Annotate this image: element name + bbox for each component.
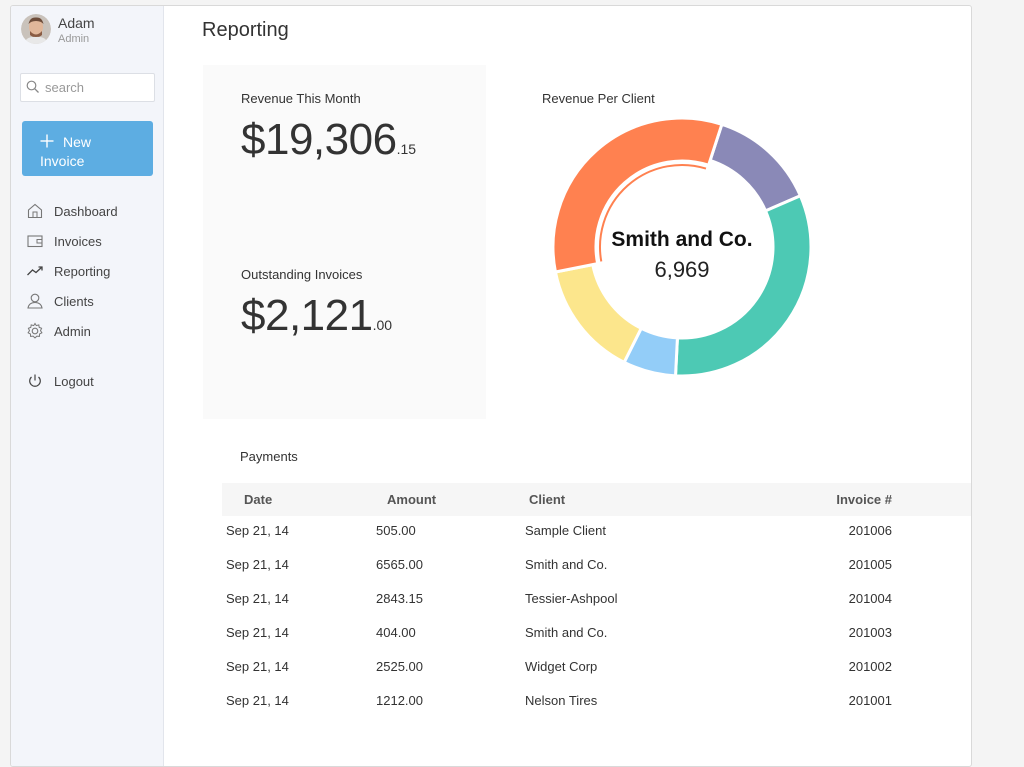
cell-client: Sample Client bbox=[525, 523, 606, 538]
cell-client: Tessier-Ashpool bbox=[525, 591, 618, 606]
app-window: Adam Admin New Invoice bbox=[10, 5, 972, 767]
logout-button[interactable]: Logout bbox=[11, 369, 163, 399]
sidebar-item-clients[interactable]: Clients bbox=[11, 289, 163, 319]
cell-date: Sep 21, 14 bbox=[226, 591, 289, 606]
cell-invoice: 201004 bbox=[848, 591, 892, 606]
search-input[interactable] bbox=[45, 77, 149, 97]
outstanding-value: $2,121.00 bbox=[241, 291, 392, 341]
donut-slice[interactable] bbox=[553, 262, 644, 365]
cell-client: Widget Corp bbox=[525, 659, 598, 674]
search-box bbox=[20, 73, 155, 102]
sidebar-item-reporting[interactable]: Reporting bbox=[11, 259, 163, 289]
cell-date: Sep 21, 14 bbox=[226, 625, 289, 640]
cell-invoice: 201002 bbox=[848, 659, 892, 674]
table-row[interactable]: Sep 21, 14 6565.00 Smith and Co. 201005 bbox=[222, 550, 971, 584]
sidebar-item-dashboard[interactable]: Dashboard bbox=[11, 199, 163, 229]
sidebar-item-label: Admin bbox=[54, 324, 91, 339]
table-header: Date Amount Client Invoice # bbox=[222, 483, 971, 516]
revenue-cents: .15 bbox=[396, 141, 417, 157]
table-row[interactable]: Sep 21, 14 2843.15 Tessier-Ashpool 20100… bbox=[222, 584, 971, 618]
sidebar: Adam Admin New Invoice bbox=[11, 6, 164, 766]
cell-client: Smith and Co. bbox=[525, 557, 608, 572]
column-header-client[interactable]: Client bbox=[529, 492, 565, 507]
sidebar-item-admin[interactable]: Admin bbox=[11, 319, 163, 349]
sidebar-item-label: Dashboard bbox=[54, 204, 118, 219]
cell-amount: 6565.00 bbox=[376, 557, 423, 572]
sidebar-item-invoices[interactable]: Invoices bbox=[11, 229, 163, 259]
revenue-label: Revenue This Month bbox=[241, 91, 361, 106]
table-row[interactable]: Sep 21, 14 404.00 Smith and Co. 201003 bbox=[222, 618, 971, 652]
user-icon bbox=[26, 292, 44, 310]
revenue-donut-chart[interactable]: Smith and Co. 6,969 bbox=[547, 112, 817, 382]
user-name: Adam bbox=[58, 15, 95, 31]
wallet-icon bbox=[26, 232, 44, 250]
table-row[interactable]: Sep 21, 14 1212.00 Nelson Tires 201001 bbox=[222, 686, 971, 720]
new-invoice-label-line1: New bbox=[63, 134, 92, 150]
cell-client: Nelson Tires bbox=[525, 693, 598, 708]
cell-amount: 1212.00 bbox=[376, 693, 423, 708]
revenue-whole: $19,306 bbox=[241, 115, 397, 164]
trend-icon bbox=[26, 262, 44, 280]
sidebar-item-label: Invoices bbox=[54, 234, 102, 249]
donut-slice[interactable] bbox=[708, 122, 803, 213]
cell-amount: 505.00 bbox=[376, 523, 416, 538]
table-row[interactable]: Sep 21, 14 2525.00 Widget Corp 201002 bbox=[222, 652, 971, 686]
logout-label: Logout bbox=[54, 374, 94, 389]
cell-amount: 2843.15 bbox=[376, 591, 423, 606]
outstanding-cents: .00 bbox=[372, 317, 393, 333]
table-row[interactable]: Sep 21, 14 505.00 Sample Client 201006 bbox=[222, 516, 971, 550]
cell-invoice: 201005 bbox=[848, 557, 892, 572]
outstanding-whole: $2,121 bbox=[241, 291, 373, 340]
column-header-date[interactable]: Date bbox=[244, 492, 272, 507]
chart-title: Revenue Per Client bbox=[542, 91, 655, 106]
cell-date: Sep 21, 14 bbox=[226, 523, 289, 538]
new-invoice-button[interactable]: New Invoice bbox=[22, 121, 153, 176]
payments-table: Date Amount Client Invoice # Sep 21, 14 … bbox=[222, 483, 971, 720]
cell-amount: 2525.00 bbox=[376, 659, 423, 674]
sidebar-item-label: Reporting bbox=[54, 264, 111, 279]
revenue-value: $19,306.15 bbox=[241, 115, 416, 165]
plus-icon bbox=[40, 133, 54, 151]
sidebar-nav: Dashboard Invoices Reporting Clients Adm… bbox=[11, 199, 163, 349]
payments-title: Payments bbox=[240, 449, 298, 464]
home-icon bbox=[26, 202, 44, 220]
cell-invoice: 201001 bbox=[848, 693, 892, 708]
user-role: Admin bbox=[58, 33, 90, 45]
cell-date: Sep 21, 14 bbox=[226, 557, 289, 572]
outstanding-label: Outstanding Invoices bbox=[241, 267, 363, 282]
cell-client: Smith and Co. bbox=[525, 625, 608, 640]
column-header-invoice[interactable]: Invoice # bbox=[836, 492, 892, 507]
avatar[interactable] bbox=[21, 14, 51, 44]
cell-amount: 404.00 bbox=[376, 625, 416, 640]
cell-date: Sep 21, 14 bbox=[226, 693, 289, 708]
search-icon bbox=[26, 80, 40, 99]
page-title: Reporting bbox=[202, 19, 289, 41]
new-invoice-label-line2: Invoice bbox=[40, 153, 85, 169]
cell-invoice: 201003 bbox=[848, 625, 892, 640]
column-header-amount[interactable]: Amount bbox=[387, 492, 436, 507]
cell-date: Sep 21, 14 bbox=[226, 659, 289, 674]
cell-invoice: 201006 bbox=[848, 523, 892, 538]
sidebar-item-label: Clients bbox=[54, 294, 94, 309]
donut-center-name: Smith and Co. bbox=[611, 228, 752, 251]
gear-icon bbox=[26, 322, 44, 340]
power-icon bbox=[26, 372, 44, 390]
donut-slice[interactable] bbox=[673, 193, 813, 378]
donut-center-value: 6,969 bbox=[654, 257, 709, 282]
stats-panel: Revenue This Month $19,306.15 Outstandin… bbox=[203, 65, 486, 419]
